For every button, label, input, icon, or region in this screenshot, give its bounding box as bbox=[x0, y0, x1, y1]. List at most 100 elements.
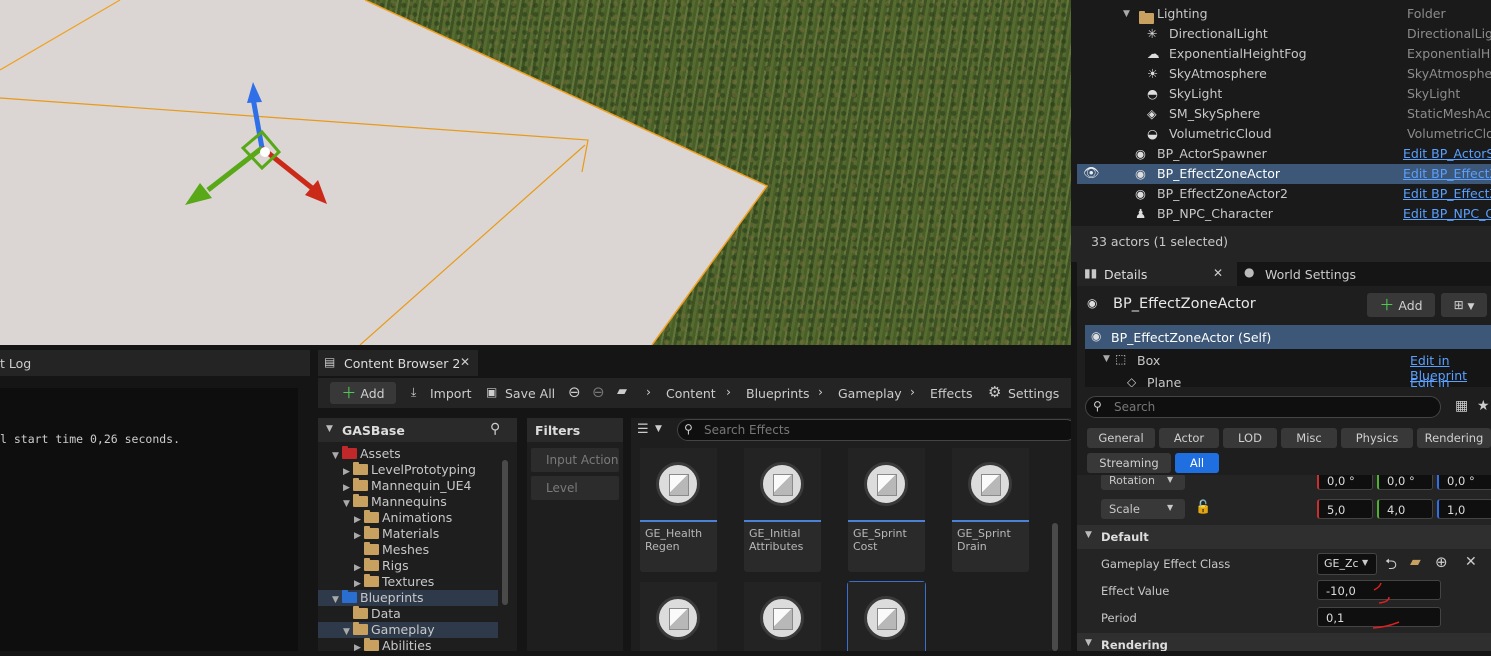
close-icon[interactable]: ✕ bbox=[1213, 266, 1223, 280]
scale-x-field[interactable]: 5,0 bbox=[1317, 499, 1373, 519]
filter-rendering[interactable]: Rendering bbox=[1417, 428, 1491, 448]
breadcrumb-gameplay[interactable]: Gameplay bbox=[838, 386, 902, 401]
component-row-plane[interactable]: ◇ Plane Edit in Blueprint bbox=[1085, 371, 1491, 387]
back-icon[interactable]: ⊖ bbox=[568, 383, 581, 401]
tree-folder-materials[interactable]: ▶ Materials bbox=[318, 526, 498, 542]
asset-tile[interactable] bbox=[640, 582, 717, 651]
tree-folder-rigs[interactable]: ▶ Rigs bbox=[318, 558, 498, 574]
asset-tile[interactable]: GE_Health Regen bbox=[640, 448, 717, 572]
add-button[interactable]: ＋ Add bbox=[330, 382, 396, 404]
viewport-scene[interactable] bbox=[0, 0, 1071, 345]
gameplay-effect-class-dropdown[interactable]: GE_Zc ▼ bbox=[1317, 553, 1377, 575]
asset-tile[interactable]: GE_Sprint Cost bbox=[848, 448, 925, 572]
outliner-row[interactable]: ✳ DirectionalLight DirectionalLight bbox=[1077, 24, 1491, 44]
outliner-row[interactable]: ◉ BP_ActorSpawner Edit BP_ActorSp bbox=[1077, 144, 1491, 164]
tab-details[interactable]: ▮▮ Details ✕ bbox=[1077, 262, 1237, 286]
asset-scrollbar[interactable] bbox=[1052, 523, 1058, 651]
rotation-z-field[interactable]: 0,0 ° bbox=[1437, 475, 1491, 490]
filter-icon[interactable]: ☰ bbox=[637, 422, 649, 437]
section-rendering[interactable]: ▼ Rendering bbox=[1077, 633, 1491, 651]
section-default[interactable]: ▼ Default bbox=[1077, 525, 1491, 549]
filter-lod[interactable]: LOD bbox=[1223, 428, 1277, 448]
scale-y-field[interactable]: 4,0 bbox=[1377, 499, 1433, 519]
tree-folder-textures[interactable]: ▶ Textures bbox=[318, 574, 498, 590]
outliner-row[interactable]: ☁ ExponentialHeightFog ExponentialHeig bbox=[1077, 44, 1491, 64]
filter-general[interactable]: General bbox=[1087, 428, 1155, 448]
component-row-box[interactable]: ▼ ⬚ Box Edit in Blueprint bbox=[1085, 349, 1491, 383]
search-icon[interactable]: ⚲ bbox=[490, 421, 500, 437]
sources-header[interactable]: ▼ GASBase ⚲ bbox=[318, 418, 517, 442]
tree-folder-assets[interactable]: ▼ Assets bbox=[318, 446, 498, 462]
tree-folder-meshes[interactable]: Meshes bbox=[318, 542, 498, 558]
folder-icon[interactable]: ▰ bbox=[617, 384, 627, 399]
breadcrumb-effects[interactable]: Effects bbox=[930, 386, 973, 401]
settings-button[interactable]: Settings bbox=[1008, 386, 1059, 401]
outliner-row[interactable]: ☀ SkyAtmosphere SkyAtmosphere bbox=[1077, 64, 1491, 84]
filter-input-action[interactable]: Input Action bbox=[531, 448, 619, 472]
clear-icon[interactable]: ✕ bbox=[1465, 554, 1477, 570]
tree-folder-levelprototyping[interactable]: ▶ LevelPrototyping bbox=[318, 462, 498, 478]
chevron-down-icon[interactable]: ▼ bbox=[1103, 354, 1110, 364]
asset-tile[interactable] bbox=[744, 582, 821, 651]
blueprint-options-button[interactable]: ⊞ ▼ bbox=[1441, 293, 1487, 317]
filter-actor[interactable]: Actor bbox=[1159, 428, 1219, 448]
edit-blueprint-link[interactable]: Edit BP_NPC_Ch bbox=[1403, 204, 1491, 224]
rotation-x-field[interactable]: 0,0 ° bbox=[1317, 475, 1373, 490]
rotation-dropdown[interactable]: Rotation ▼ bbox=[1101, 475, 1185, 490]
level-viewport[interactable] bbox=[0, 0, 1071, 345]
filter-all[interactable]: All bbox=[1175, 453, 1219, 473]
close-icon[interactable]: ✕ bbox=[460, 355, 470, 369]
output-log-tab[interactable]: t Log bbox=[0, 350, 310, 376]
edit-blueprint-link[interactable]: Edit BP_ActorSp bbox=[1403, 144, 1491, 164]
add-icon[interactable]: ⊕ bbox=[1435, 553, 1448, 571]
outliner-row-lighting[interactable]: ▼ Lighting Folder bbox=[1077, 4, 1491, 24]
log-text-area[interactable]: l start time 0,26 seconds. bbox=[0, 388, 298, 651]
tree-folder-gameplay[interactable]: ▼ Gameplay bbox=[318, 622, 498, 638]
filter-streaming[interactable]: Streaming bbox=[1087, 453, 1171, 473]
outliner-row[interactable]: ◓ SkyLight SkyLight bbox=[1077, 84, 1491, 104]
breadcrumb-content[interactable]: Content bbox=[666, 386, 716, 401]
content-browser-tab[interactable]: ▤ Content Browser 2 ✕ bbox=[318, 350, 478, 376]
breadcrumb-blueprints[interactable]: Blueprints bbox=[746, 386, 810, 401]
chevron-down-icon[interactable]: ▼ bbox=[655, 424, 662, 434]
forward-icon[interactable]: ⊖ bbox=[592, 383, 605, 401]
outliner-row[interactable]: ◉ BP_EffectZoneActor2 Edit BP_EffectZ bbox=[1077, 184, 1491, 204]
import-button[interactable]: Import bbox=[430, 386, 472, 401]
tab-world-settings[interactable]: ● World Settings bbox=[1240, 262, 1390, 286]
component-row-self[interactable]: ◉ BP_EffectZoneActor (Self) bbox=[1085, 325, 1491, 349]
filter-physics[interactable]: Physics bbox=[1341, 428, 1413, 448]
scale-dropdown[interactable]: Scale ▼ bbox=[1101, 499, 1185, 519]
add-component-button[interactable]: ＋ Add bbox=[1367, 293, 1435, 317]
browse-folder-icon[interactable]: ▰ bbox=[1410, 554, 1421, 570]
asset-tile-selected[interactable] bbox=[847, 581, 926, 651]
edit-in-blueprint-link[interactable]: Edit in Blueprint bbox=[1410, 375, 1491, 387]
table-view-icon[interactable]: ▦ bbox=[1455, 398, 1468, 414]
rotation-y-field[interactable]: 0,0 ° bbox=[1377, 475, 1433, 490]
tree-scrollbar[interactable] bbox=[502, 460, 508, 605]
edit-blueprint-link[interactable]: Edit BP_EffectZ bbox=[1403, 184, 1491, 204]
tree-folder-abilities[interactable]: ▶ Abilities bbox=[318, 638, 498, 654]
save-all-button[interactable]: Save All bbox=[505, 386, 555, 401]
details-search-input[interactable]: ⚲ Search bbox=[1085, 396, 1441, 418]
asset-search-input[interactable]: ⚲ Search Effects bbox=[677, 419, 1071, 441]
chevron-right-icon[interactable]: ▶ bbox=[354, 640, 364, 656]
outliner-row-selected[interactable]: 👁 ◉ BP_EffectZoneActor Edit BP_EffectZ bbox=[1077, 164, 1491, 184]
chevron-down-icon[interactable]: ▼ bbox=[1123, 4, 1130, 24]
tree-folder-mannequins[interactable]: ▼ Mannequins bbox=[318, 494, 498, 510]
asset-tile[interactable]: GE_Initial Attributes bbox=[744, 448, 821, 572]
star-icon[interactable]: ★ bbox=[1477, 398, 1490, 414]
outliner-row[interactable]: ◒ VolumetricCloud VolumetricClouc bbox=[1077, 124, 1491, 144]
asset-tile[interactable]: GE_Sprint Drain bbox=[952, 448, 1029, 572]
tree-folder-animations[interactable]: ▶ Animations bbox=[318, 510, 498, 526]
scale-z-field[interactable]: 1,0 bbox=[1437, 499, 1491, 519]
tree-folder-data[interactable]: Data bbox=[318, 606, 498, 622]
outliner-row[interactable]: ◈ SM_SkySphere StaticMeshActo bbox=[1077, 104, 1491, 124]
filter-misc[interactable]: Misc bbox=[1281, 428, 1337, 448]
tree-folder-blueprints[interactable]: ▼ Blueprints bbox=[318, 590, 498, 606]
lock-icon[interactable]: 🔓 bbox=[1195, 500, 1211, 515]
outliner-row[interactable]: ♟ BP_NPC_Character Edit BP_NPC_Ch bbox=[1077, 204, 1491, 224]
filter-level[interactable]: Level bbox=[531, 476, 619, 500]
eye-icon[interactable]: 👁 bbox=[1083, 164, 1100, 184]
edit-blueprint-link[interactable]: Edit BP_EffectZ bbox=[1403, 164, 1491, 184]
tree-folder-mannequin-ue4[interactable]: ▶ Mannequin_UE4 bbox=[318, 478, 498, 494]
